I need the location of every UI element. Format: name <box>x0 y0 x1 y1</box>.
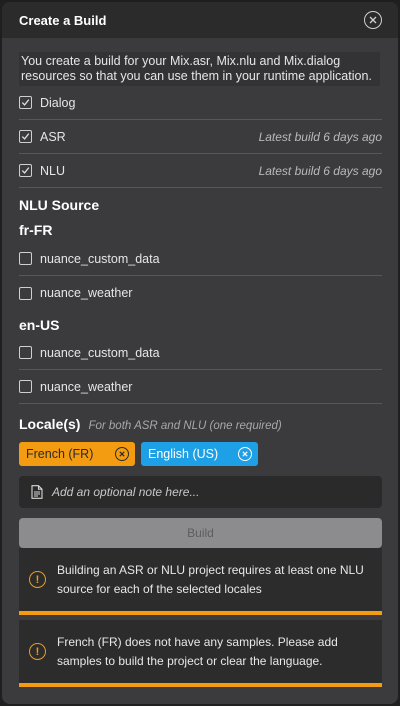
source-row-fr-custom[interactable]: nuance_custom_data <box>19 242 382 276</box>
alert-message: French (FR) does not have any samples. P… <box>57 634 338 668</box>
resource-row-nlu[interactable]: NLU Latest build 6 days ago <box>19 154 382 188</box>
dialog-titlebar: Create a Build <box>2 2 398 38</box>
dialog-label: Dialog <box>40 95 76 110</box>
chip-label: French (FR) <box>26 447 94 461</box>
alert-missing-samples: ! French (FR) does not have any samples.… <box>19 620 382 687</box>
asr-checkbox[interactable] <box>19 130 32 143</box>
asr-label: ASR <box>40 129 66 144</box>
dialog-content: You create a build for your Mix.asr, Mix… <box>2 52 398 687</box>
locales-title: Locale(s) <box>19 416 81 432</box>
locale-chip-english[interactable]: English (US) <box>141 442 258 466</box>
source-row-fr-weather[interactable]: nuance_weather <box>19 276 382 310</box>
checkbox[interactable] <box>19 380 32 393</box>
locale-chips: French (FR) English (US) <box>19 442 381 466</box>
nlu-source-title: NLU Source <box>19 197 100 213</box>
alert-message: Building an ASR or NLU project requires … <box>57 562 364 596</box>
source-label: nuance_weather <box>40 286 133 300</box>
build-button[interactable]: Build <box>19 518 382 548</box>
locale-chip-french[interactable]: French (FR) <box>19 442 135 466</box>
remove-chip-icon[interactable] <box>238 447 252 461</box>
resource-row-dialog[interactable]: Dialog <box>19 86 382 120</box>
warning-icon: ! <box>29 571 46 588</box>
note-placeholder: Add an optional note here... <box>52 485 200 499</box>
locales-header: Locale(s) For both ASR and NLU (one requ… <box>19 416 381 432</box>
resource-row-asr[interactable]: ASR Latest build 6 days ago <box>19 120 382 154</box>
warning-icon: ! <box>29 643 46 660</box>
checkbox[interactable] <box>19 346 32 359</box>
locales-hint: For both ASR and NLU (one required) <box>88 420 282 432</box>
intro-text: You create a build for your Mix.asr, Mix… <box>19 52 380 86</box>
checkbox[interactable] <box>19 252 32 265</box>
close-icon[interactable] <box>364 11 382 29</box>
nlu-label: NLU <box>40 163 66 178</box>
source-label: nuance_weather <box>40 379 133 394</box>
document-icon <box>31 485 43 499</box>
dialog-title: Create a Build <box>19 12 107 28</box>
dialog-checkbox[interactable] <box>19 96 32 109</box>
create-build-dialog: Create a Build You create a build for yo… <box>2 2 398 704</box>
checkbox[interactable] <box>19 286 32 300</box>
locale-group-title-fr: fr-FR <box>19 222 53 238</box>
source-label: nuance_custom_data <box>40 345 160 360</box>
locale-group-title-en: en-US <box>19 317 60 333</box>
source-label: nuance_custom_data <box>40 251 160 266</box>
chip-label: English (US) <box>148 447 219 461</box>
asr-latest-build: Latest build 6 days ago <box>258 129 382 144</box>
nlu-checkbox[interactable] <box>19 164 32 177</box>
alert-locale-source: ! Building an ASR or NLU project require… <box>19 548 382 615</box>
nlu-latest-build: Latest build 6 days ago <box>258 163 382 178</box>
note-input[interactable]: Add an optional note here... <box>19 476 382 508</box>
source-row-en-weather[interactable]: nuance_weather <box>19 370 382 404</box>
source-row-en-custom[interactable]: nuance_custom_data <box>19 336 382 370</box>
remove-chip-icon[interactable] <box>115 447 129 461</box>
